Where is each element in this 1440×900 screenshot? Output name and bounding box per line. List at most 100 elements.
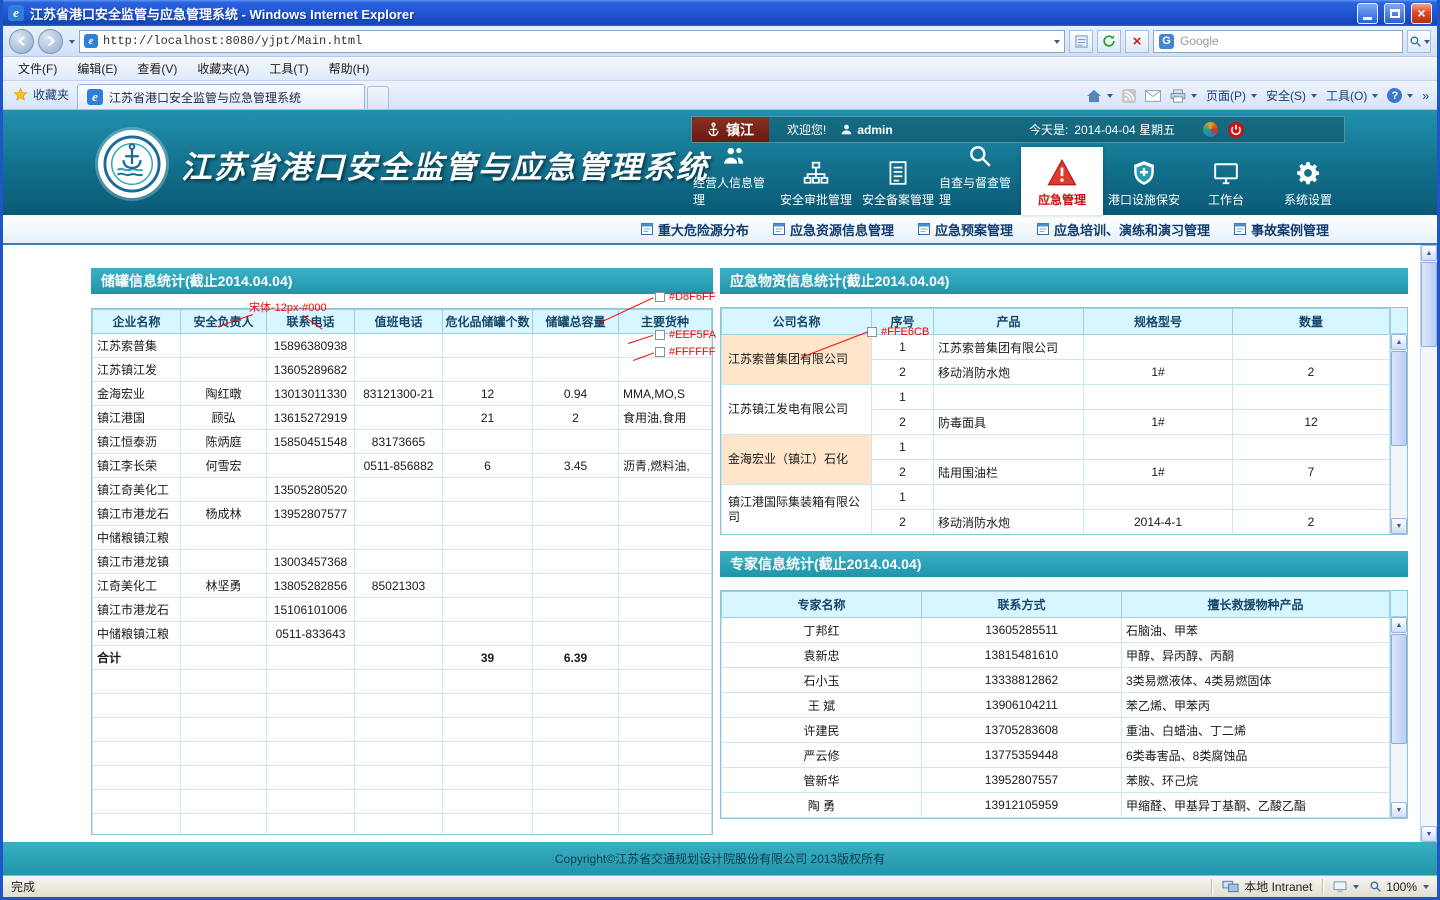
- cell: 13815481610: [922, 643, 1122, 668]
- compatibility-view-button[interactable]: [1069, 30, 1093, 53]
- nav-item-emergency[interactable]: 应急管理: [1021, 147, 1103, 215]
- cell: 13805282856: [267, 574, 355, 598]
- cell: [1233, 485, 1390, 510]
- cell: [93, 790, 181, 814]
- cell: 移动消防水炮: [934, 360, 1084, 385]
- menu-item[interactable]: 工具(T): [260, 57, 317, 80]
- scroll-down-button[interactable]: ▼: [1391, 518, 1407, 534]
- cell: 防毒面具: [934, 410, 1084, 435]
- page-scrollbar[interactable]: ▲ ▼: [1420, 245, 1437, 842]
- annotation-color-altrow: #EEF5FA: [669, 329, 716, 341]
- column-header: 企业名称: [93, 310, 181, 334]
- feeds-button[interactable]: [1122, 89, 1136, 103]
- subnav-item-resources[interactable]: 应急资源信息管理: [773, 220, 894, 239]
- subnav-item-hazard-map[interactable]: 重大危险源分布: [641, 220, 749, 239]
- scroll-thumb[interactable]: [1391, 634, 1407, 744]
- cell: 许建民: [722, 718, 922, 743]
- address-dropdown-icon[interactable]: [1054, 40, 1060, 47]
- help-caret-icon: [1407, 94, 1413, 101]
- main-nav: 经营人信息管理 安全审批管理 安全备案管理: [693, 147, 1349, 215]
- nav-item-workbench[interactable]: 工作台: [1185, 147, 1267, 215]
- back-button[interactable]: [9, 29, 34, 54]
- subnav-item-cases[interactable]: 事故案例管理: [1234, 220, 1329, 239]
- help-button[interactable]: ?: [1387, 88, 1413, 103]
- read-mail-button[interactable]: [1145, 90, 1161, 102]
- home-shortcut-icon[interactable]: [1203, 122, 1218, 137]
- column-header: 联系方式: [922, 592, 1122, 618]
- zoom-control[interactable]: 100%: [1369, 880, 1429, 894]
- safety-menu-button[interactable]: 安全(S): [1266, 87, 1317, 104]
- search-input[interactable]: G Google: [1153, 30, 1403, 53]
- search-button[interactable]: [1407, 30, 1431, 53]
- cell: [533, 814, 619, 836]
- subnav-item-plans[interactable]: 应急预案管理: [918, 220, 1013, 239]
- tab-main[interactable]: e 江苏省港口安全监管与应急管理系统: [77, 84, 365, 109]
- menu-item[interactable]: 编辑(E): [68, 57, 126, 80]
- printer-icon: [1170, 89, 1186, 103]
- annotation-color-header: #D8F6FF: [669, 291, 715, 303]
- scroll-up-button[interactable]: ▲: [1391, 334, 1407, 350]
- nav-item-safety-approval[interactable]: 安全审批管理: [775, 147, 857, 215]
- scroll-track[interactable]: [1391, 633, 1407, 802]
- recent-pages-caret-icon[interactable]: [69, 40, 75, 47]
- annotation-color-row: #FFFFFF: [669, 346, 715, 358]
- scroll-down-button[interactable]: ▼: [1391, 802, 1407, 818]
- scroll-down-button[interactable]: ▼: [1421, 826, 1437, 842]
- supplies-scrollbar[interactable]: ▲ ▼: [1390, 308, 1407, 534]
- scroll-track[interactable]: [1421, 261, 1437, 826]
- home-button[interactable]: [1086, 89, 1113, 103]
- nav-item-safety-record[interactable]: 安全备案管理: [857, 147, 939, 215]
- rss-icon: [1122, 89, 1136, 103]
- cell: [267, 766, 355, 790]
- more-commands-button[interactable]: »: [1422, 89, 1429, 103]
- safety-menu-label: 安全(S): [1266, 87, 1306, 104]
- column-header: 危化品储罐个数: [443, 310, 533, 334]
- nav-item-operator-info[interactable]: 经营人信息管理: [693, 147, 775, 215]
- logout-icon[interactable]: [1228, 122, 1244, 138]
- column-header: 储罐总容量: [533, 310, 619, 334]
- maximize-button[interactable]: [1384, 3, 1405, 24]
- forward-button[interactable]: [38, 29, 63, 54]
- scroll-up-button[interactable]: ▲: [1421, 245, 1437, 261]
- nav-item-settings[interactable]: 系统设置: [1267, 147, 1349, 215]
- scroll-up-button[interactable]: ▲: [1391, 617, 1407, 633]
- tank-table-body: 江苏索普集15896380938江苏镇江发13605289682金海宏业陶红暾1…: [93, 334, 712, 836]
- scroll-track[interactable]: [1391, 350, 1407, 518]
- minimize-icon: [1363, 17, 1372, 20]
- tools-menu-button[interactable]: 工具(O): [1326, 87, 1378, 104]
- page-menu-button[interactable]: 页面(P): [1206, 87, 1257, 104]
- cell: [934, 435, 1084, 460]
- scroll-thumb[interactable]: [1391, 351, 1407, 446]
- view-mode-button[interactable]: [1333, 881, 1359, 892]
- subnav-item-training[interactable]: 应急培训、演练和演习管理: [1037, 220, 1210, 239]
- close-button[interactable]: ×: [1411, 3, 1432, 24]
- security-zone[interactable]: 本地 Intranet: [1222, 878, 1312, 895]
- nav-item-port-security[interactable]: 港口设施保安: [1103, 147, 1185, 215]
- table-row: 袁新忠13815481610甲醇、异丙醇、丙酮: [722, 643, 1390, 668]
- cell: 严云修: [722, 743, 922, 768]
- cell: 2: [872, 360, 934, 385]
- menu-item[interactable]: 查看(V): [128, 57, 186, 80]
- cell: 21: [443, 406, 533, 430]
- cell: [443, 430, 533, 454]
- menu-item[interactable]: 文件(F): [9, 57, 66, 80]
- cell: 13013011330: [267, 382, 355, 406]
- cell: [355, 598, 443, 622]
- scroll-thumb[interactable]: [1421, 262, 1437, 347]
- city-badge[interactable]: 镇江: [692, 117, 769, 142]
- print-button[interactable]: [1170, 89, 1197, 103]
- experts-scrollbar[interactable]: ▲ ▼: [1390, 591, 1407, 818]
- stop-button[interactable]: ×: [1125, 30, 1149, 53]
- new-tab-button[interactable]: [367, 86, 389, 109]
- cell: 15106101006: [267, 598, 355, 622]
- minimize-button[interactable]: [1357, 3, 1378, 24]
- cell: [934, 385, 1084, 410]
- cell: [443, 718, 533, 742]
- menu-item[interactable]: 收藏夹(A): [188, 57, 258, 80]
- menu-item[interactable]: 帮助(H): [320, 57, 379, 80]
- favorites-button[interactable]: 收藏夹: [7, 82, 77, 109]
- nav-item-inspection[interactable]: 自查与督查管理: [939, 147, 1021, 215]
- address-input[interactable]: e http://localhost:8080/yjpt/Main.html: [79, 30, 1065, 53]
- refresh-button[interactable]: [1097, 30, 1121, 53]
- cell: [533, 694, 619, 718]
